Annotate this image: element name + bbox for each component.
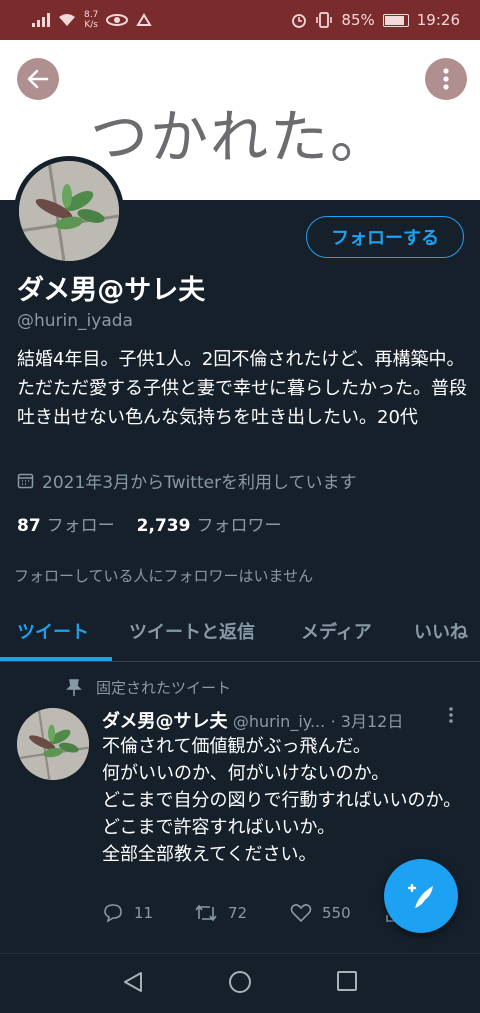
retweet-button[interactable]: 72 bbox=[194, 903, 247, 923]
circle-home-icon bbox=[229, 971, 251, 993]
plant-photo bbox=[17, 708, 89, 780]
retweet-icon bbox=[195, 904, 217, 922]
nav-home-button[interactable] bbox=[228, 970, 252, 998]
tweet-header: ダメ男@サレ夫 @hurin_iy... · 3月12日 bbox=[102, 707, 447, 733]
followed-by-note: フォローしている人にフォロワーはいません bbox=[14, 567, 314, 585]
tweet-author-handle[interactable]: @hurin_iy... bbox=[233, 712, 325, 731]
tab-tweets[interactable]: ツイート bbox=[17, 618, 89, 644]
tab-likes[interactable]: いいね bbox=[414, 618, 468, 644]
active-tab-indicator bbox=[0, 657, 112, 661]
nav-recents-button[interactable] bbox=[336, 970, 358, 996]
following-link[interactable]: 87 フォロー bbox=[17, 511, 115, 536]
more-vertical-icon bbox=[449, 707, 453, 723]
back-button[interactable] bbox=[17, 58, 59, 100]
battery-percent: 85% bbox=[341, 11, 375, 29]
tab-tweets-replies[interactable]: ツイートと返信 bbox=[129, 618, 255, 644]
network-speed: 8.7 K/s bbox=[84, 10, 99, 30]
signal-icon bbox=[32, 13, 50, 27]
tab-media[interactable]: メディア bbox=[301, 618, 372, 644]
retweet-count: 72 bbox=[228, 904, 248, 922]
alarm-icon bbox=[292, 14, 307, 28]
arrow-left-icon bbox=[27, 69, 49, 89]
square-recents-icon bbox=[337, 971, 357, 991]
profile-bio: 結婚4年目。子供1人。2回不倫されたけど、再構築中。ただただ愛する子供と妻で幸せ… bbox=[17, 349, 467, 428]
triangle-back-icon bbox=[124, 972, 142, 992]
system-nav-bar bbox=[0, 953, 480, 1013]
pin-icon bbox=[66, 678, 82, 696]
more-vertical-icon bbox=[443, 68, 449, 90]
following-count: 87 bbox=[17, 516, 41, 536]
pinned-text: 固定されたツイート bbox=[96, 679, 232, 697]
more-options-button[interactable] bbox=[425, 58, 467, 100]
tweet-line: どこまで自分の図りで行動すればいいのか。 bbox=[102, 790, 462, 811]
profile-handle: @hurin_iyada bbox=[17, 311, 133, 331]
tweet-text: 不倫されて価値観がぶっ飛んだ。 何がいいのか、何がいけないのか。 どこまで自分の… bbox=[102, 733, 467, 868]
battery-icon bbox=[382, 13, 409, 27]
wifi-icon bbox=[59, 14, 75, 26]
vibrate-icon bbox=[316, 12, 333, 28]
tweet-line: どこまで許容すればいいか。 bbox=[102, 817, 336, 838]
tweet-avatar[interactable] bbox=[17, 708, 89, 780]
tweet-date: · 3月12日 bbox=[330, 712, 404, 731]
plant-photo bbox=[19, 161, 119, 261]
profile-name: ダメ男@サレ夫 bbox=[17, 275, 206, 306]
follow-button[interactable]: フォローする bbox=[306, 216, 464, 258]
tweet-line: 何がいいのか、何がいけないのか。 bbox=[102, 763, 390, 784]
like-count: 550 bbox=[322, 904, 351, 922]
reply-button[interactable]: 11 bbox=[102, 903, 153, 923]
calendar-icon bbox=[17, 473, 34, 489]
reply-icon bbox=[104, 904, 122, 923]
following-label: フォロー bbox=[46, 516, 115, 536]
eye-icon bbox=[106, 14, 129, 26]
followers-count: 2,739 bbox=[136, 516, 191, 536]
notification-icon bbox=[136, 13, 153, 26]
followers-link[interactable]: 2,739 フォロワー bbox=[137, 511, 282, 536]
compose-tweet-button[interactable] bbox=[384, 859, 458, 933]
joined-date: 2021年3月からTwitterを利用しています bbox=[17, 468, 357, 493]
compose-feather-icon bbox=[407, 883, 433, 908]
followers-label: フォロワー bbox=[196, 516, 282, 536]
profile-avatar[interactable] bbox=[14, 156, 124, 266]
joined-text: 2021年3月からTwitterを利用しています bbox=[42, 473, 357, 493]
like-button[interactable]: 550 bbox=[290, 903, 351, 923]
profile-tabs: ツイート ツイートと返信 メディア いいね bbox=[0, 600, 480, 662]
clock: 19:26 bbox=[416, 11, 460, 29]
heart-icon bbox=[290, 904, 312, 923]
pinned-label: 固定されたツイート bbox=[66, 677, 231, 698]
nav-back-button[interactable] bbox=[122, 970, 144, 998]
tweet-line: 不倫されて価値観がぶっ飛んだ。 bbox=[102, 736, 371, 757]
tweet-author-name[interactable]: ダメ男@サレ夫 bbox=[102, 711, 227, 732]
follow-stats: 87 フォロー 2,739 フォロワー bbox=[17, 511, 281, 536]
status-bar: 8.7 K/s 85% 19:26 bbox=[0, 0, 480, 40]
reply-count: 11 bbox=[134, 904, 154, 922]
tweet-more-button[interactable] bbox=[448, 706, 454, 729]
